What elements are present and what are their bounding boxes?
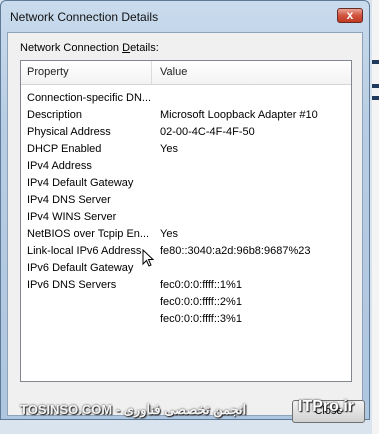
- background-fragment: [372, 60, 379, 64]
- property-cell: IPv4 Address: [27, 160, 92, 172]
- property-cell: Link-local IPv6 Address: [27, 245, 142, 257]
- list-item[interactable]: fec0:0:0:ffff::2%1: [21, 295, 351, 312]
- column-header-property[interactable]: Property: [21, 61, 152, 84]
- background-fragment: [372, 84, 379, 88]
- value-cell: fec0:0:0:ffff::3%1: [160, 313, 242, 325]
- value-cell: Yes: [160, 143, 178, 155]
- list-item[interactable]: Physical Address 02-00-4C-4F-4F-50: [21, 125, 351, 142]
- list-item[interactable]: IPv4 DNS Server: [21, 193, 351, 210]
- network-details-window: Network Connection Details x Network Con…: [0, 0, 370, 423]
- list-item[interactable]: fec0:0:0:ffff::3%1: [21, 312, 351, 329]
- value-cell: 02-00-4C-4F-4F-50: [160, 126, 255, 138]
- list-rows: Connection-specific DN... Description Micr…: [21, 91, 351, 329]
- title-bar[interactable]: Network Connection Details x: [1, 1, 369, 31]
- property-cell: NetBIOS over Tcpip En...: [27, 228, 150, 240]
- list-item[interactable]: Connection-specific DN...: [21, 91, 351, 108]
- list-item[interactable]: IPv4 WINS Server: [21, 210, 351, 227]
- list-header: Property Value: [21, 61, 351, 85]
- background-desktop-strip: [372, 0, 379, 434]
- list-item[interactable]: Link-local IPv6 Address fe80::3040:a2d:96…: [21, 244, 351, 261]
- list-item[interactable]: IPv4 Default Gateway: [21, 176, 351, 193]
- value-cell: fe80::3040:a2d:96b8:9687%23: [160, 245, 311, 257]
- value-cell: fec0:0:0:ffff::1%1: [160, 279, 242, 291]
- property-cell: Physical Address: [27, 126, 111, 138]
- column-header-value[interactable]: Value: [153, 61, 351, 84]
- watermark-text: TOSINSO.COM - انجمن تخصصی فناوری: [20, 402, 247, 417]
- list-item[interactable]: IPv6 DNS Servers fec0:0:0:ffff::1%1: [21, 278, 351, 295]
- property-cell: IPv4 Default Gateway: [27, 177, 134, 189]
- list-item[interactable]: Description Microsoft Loopback Adapter #1…: [21, 108, 351, 125]
- background-fragment: [372, 96, 379, 100]
- window-title: Network Connection Details: [10, 10, 159, 24]
- property-cell: IPv4 DNS Server: [27, 194, 111, 206]
- property-cell: Description: [27, 109, 83, 121]
- list-item[interactable]: IPv4 Address: [21, 159, 351, 176]
- close-icon[interactable]: x: [337, 8, 363, 23]
- list-item[interactable]: NetBIOS over Tcpip En... Yes: [21, 227, 351, 244]
- value-cell: Yes: [160, 228, 178, 240]
- value-cell: fec0:0:0:ffff::2%1: [160, 296, 242, 308]
- property-cell: IPv6 Default Gateway: [27, 262, 134, 274]
- watermark-brand: ITPro.ir: [298, 398, 355, 415]
- property-cell: DHCP Enabled: [27, 143, 102, 155]
- details-label: Network Connection Details:: [20, 42, 159, 54]
- property-cell: IPv4 WINS Server: [27, 211, 117, 223]
- property-cell: Connection-specific DN...: [27, 92, 151, 104]
- mouse-pointer-icon: [142, 249, 154, 267]
- value-cell: Microsoft Loopback Adapter #10: [160, 109, 318, 121]
- list-item[interactable]: IPv6 Default Gateway: [21, 261, 351, 278]
- details-list[interactable]: Property Value Connection-specific DN...…: [20, 60, 352, 382]
- list-item[interactable]: DHCP Enabled Yes: [21, 142, 351, 159]
- dialog-client-area: Network Connection Details: Property Val…: [7, 32, 363, 416]
- property-cell: IPv6 DNS Servers: [27, 279, 117, 291]
